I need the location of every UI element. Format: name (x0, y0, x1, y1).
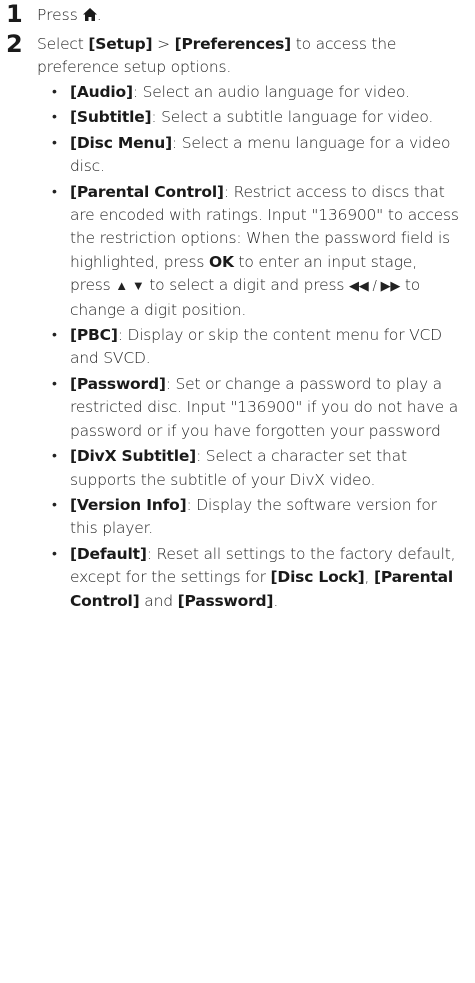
step-number: 2 (6, 30, 23, 58)
bullet-icon: • (52, 327, 57, 344)
up-down-arrows-icon: ▲ ▼ (115, 279, 145, 295)
option-desc: to select a digit and press (144, 276, 349, 295)
step-number: 1 (6, 0, 23, 28)
option-label: [DivX Subtitle] (70, 447, 197, 466)
option-desc: : Select a subtitle language for video. (151, 108, 434, 127)
disc-lock-label: [Disc Lock] (270, 568, 365, 587)
bullet-icon: • (52, 375, 57, 392)
bullet-icon: • (52, 448, 57, 465)
list-item: • [Version Info]: Display the software ve… (0, 494, 475, 541)
step-text-pre: Press (37, 6, 83, 24)
option-desc: . (273, 591, 279, 610)
bullet-icon: • (52, 84, 57, 100)
step-text: Select [Setup] > [Preferences] to access… (37, 33, 467, 80)
option-label: [Audio] (70, 83, 133, 101)
option-desc: , (364, 568, 374, 587)
list-item: • [Audio]: Select an audio language for v… (0, 81, 475, 104)
ok-button-label: OK (209, 252, 234, 271)
option-label: [Version Info] (70, 495, 187, 514)
option-desc: and (139, 591, 178, 610)
option-label: [Disc Menu] (70, 133, 172, 152)
bullet-icon: • (52, 134, 57, 151)
rewind-forward-icon: ◀◀ / ▶▶ (348, 279, 401, 295)
option-desc: : Select an audio language for video. (132, 83, 410, 101)
option-label: [Default] (70, 544, 147, 563)
bullet-icon: • (52, 109, 57, 126)
bullet-icon: • (52, 545, 57, 562)
preference-options-list: • [Audio]: Select an audio language for v… (0, 81, 475, 615)
list-item: • [Parental Control]: Restrict access to … (0, 181, 475, 322)
text-pre: Select (37, 35, 89, 53)
list-item: • [Disc Menu]: Select a menu language for… (0, 132, 475, 179)
list-item: • [DivX Subtitle]: Select a character set… (0, 445, 475, 492)
option-label: [PBC] (70, 326, 118, 345)
step-text: Press . (37, 6, 102, 24)
bullet-icon: • (52, 496, 57, 513)
home-icon (82, 8, 97, 21)
option-label: [Parental Control] (70, 182, 224, 201)
list-item: • [Default]: Reset all settings to the fa… (0, 543, 475, 613)
list-item: • [PBC]: Display or skip the content menu… (0, 324, 475, 371)
menu-setup: [Setup] (88, 35, 153, 53)
step-text-post: . (96, 6, 102, 24)
menu-separator: > (152, 35, 175, 53)
list-item: • [Password]: Set or change a password to… (0, 373, 475, 443)
list-item: • [Subtitle]: Select a subtitle language … (0, 106, 475, 129)
option-label: [Password] (70, 374, 166, 393)
option-desc: : Display or skip the content menu for V… (70, 326, 442, 368)
bullet-icon: • (52, 183, 57, 200)
option-label: [Subtitle] (70, 108, 152, 127)
menu-preferences: [Preferences] (174, 35, 292, 53)
password-label: [Password] (177, 591, 274, 610)
